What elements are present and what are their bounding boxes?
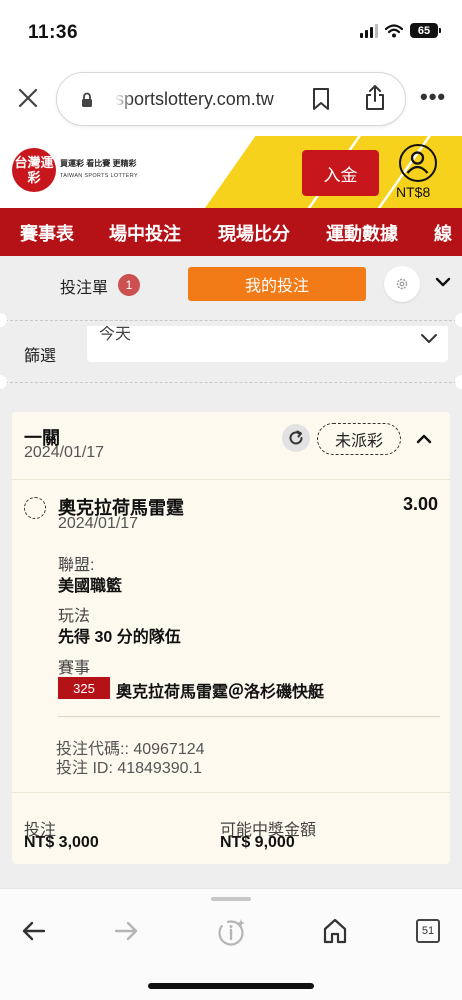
more-options-icon[interactable]: ••• <box>420 84 446 110</box>
chevron-down-icon[interactable] <box>434 273 452 291</box>
settings-button[interactable] <box>384 266 420 302</box>
payout-value: NT$ 9,000 <box>220 834 295 851</box>
toolbar-handle[interactable] <box>211 897 251 901</box>
deposit-button[interactable]: 入金 <box>302 150 379 196</box>
refresh-icon <box>289 430 303 445</box>
chevron-up-icon[interactable] <box>416 432 432 446</box>
user-account-icon[interactable] <box>399 144 437 182</box>
status-time: 11:36 <box>28 22 79 43</box>
share-icon[interactable] <box>363 84 387 112</box>
main-nav: 賽事表 場中投注 現場比分 運動數據 線 <box>0 208 462 256</box>
bet-id: 投注 ID: 41849390.1 <box>56 760 202 777</box>
nav-item-live-scores[interactable]: 現場比分 <box>218 220 290 246</box>
lock-icon <box>82 92 92 107</box>
bet-card: 一關 2024/01/17 未派彩 奧克拉荷馬雷霆 3.00 2024/01/1… <box>12 412 450 864</box>
stake-value: NT$ 3,000 <box>24 834 99 851</box>
league-value: 美國職籃 <box>58 578 123 595</box>
logo-tagline: 買運彩 看比賽 更精彩 <box>60 159 137 168</box>
divider <box>0 382 462 383</box>
forward-arrow-icon[interactable] <box>112 917 140 945</box>
my-bets-button[interactable]: 我的投注 <box>188 267 366 301</box>
logo-subtitle: TAIWAN SPORTS LOTTERY <box>60 173 138 179</box>
url-fade <box>115 85 133 115</box>
gear-icon <box>396 278 408 290</box>
filter-dropdown[interactable]: 今天 <box>87 326 448 362</box>
browser-toolbar: 51 <box>0 888 462 1000</box>
status-bar: 11:36 65 <box>0 0 462 62</box>
filter-selected-value: 今天 <box>99 326 132 343</box>
filter-area: 篩選 今天 <box>0 312 462 400</box>
divider <box>0 320 462 321</box>
nav-item-more[interactable]: 線 <box>434 220 452 246</box>
back-arrow-icon[interactable] <box>20 917 48 945</box>
home-icon[interactable] <box>322 917 348 945</box>
betslip-tab[interactable]: 投注單 <box>60 274 108 298</box>
divider-notch <box>0 375 7 389</box>
url-text: sportslottery.com.tw <box>115 89 274 109</box>
divider-notch <box>455 313 462 327</box>
selection-odds: 3.00 <box>402 494 438 514</box>
betslip-header: 投注單 1 我的投注 <box>0 256 462 312</box>
bookmark-icon[interactable] <box>311 87 331 111</box>
event-name: 奧克拉荷馬雷霆＠洛杉磯快艇 <box>116 684 325 701</box>
bet-status-badge: 未派彩 <box>317 423 401 455</box>
browser-bar: sportslottery.com.tw ••• <box>0 62 462 136</box>
close-icon <box>18 88 38 108</box>
address-bar[interactable]: sportslottery.com.tw <box>56 72 406 126</box>
close-tab-button[interactable] <box>14 84 42 112</box>
wifi-icon <box>385 23 403 37</box>
nav-item-live-betting[interactable]: 場中投注 <box>109 220 181 246</box>
divider-notch <box>0 313 7 327</box>
signal-icon <box>360 23 378 38</box>
filter-label: 篩選 <box>24 348 57 365</box>
divider <box>12 792 450 793</box>
site-logo[interactable]: 台灣運彩 <box>12 148 56 192</box>
event-label: 賽事 <box>58 660 91 677</box>
market-value: 先得 30 分的隊伍 <box>58 629 181 646</box>
status-icons: 65 <box>360 23 441 38</box>
divider-notch <box>455 375 462 389</box>
home-indicator <box>148 983 314 989</box>
selection-date: 2024/01/17 <box>58 515 139 532</box>
divider <box>12 479 450 480</box>
refresh-button[interactable] <box>282 424 310 452</box>
bet-date: 2024/01/17 <box>24 444 105 461</box>
divider <box>58 716 440 717</box>
nav-item-schedule[interactable]: 賽事表 <box>20 220 74 246</box>
battery-icon: 65 <box>410 23 441 38</box>
page-info-icon[interactable] <box>217 917 247 947</box>
site-header: 台灣運彩 買運彩 看比賽 更精彩 TAIWAN SPORTS LOTTERY 入… <box>0 136 462 208</box>
tabs-count-button[interactable]: 51 <box>416 919 440 943</box>
chevron-down-icon <box>421 334 437 343</box>
selection-status-icon <box>24 497 46 519</box>
event-code-badge: 325 <box>58 677 110 699</box>
account-balance: NT$8 <box>396 184 431 200</box>
betslip-count-badge: 1 <box>118 274 140 296</box>
nav-item-sports-data[interactable]: 運動數據 <box>326 220 398 246</box>
